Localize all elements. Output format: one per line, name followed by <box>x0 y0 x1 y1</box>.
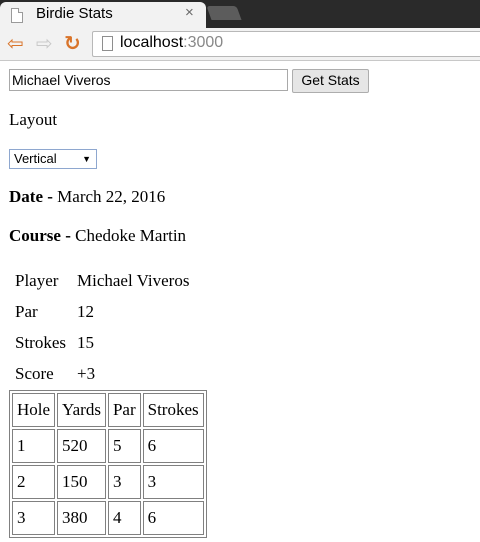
date-line: Date - March 22, 2016 <box>9 187 165 207</box>
column-header: Strokes <box>142 393 204 427</box>
table-header-row: Hole Yards Par Strokes <box>12 393 204 427</box>
url-port: :3000 <box>183 34 224 51</box>
reload-icon[interactable]: ↻ <box>64 31 81 55</box>
page-icon <box>102 36 113 51</box>
summary-value: Michael Viveros <box>77 271 190 290</box>
summary-value: 12 <box>77 302 94 321</box>
table-cell: 3 <box>12 501 56 535</box>
column-header: Yards <box>57 393 106 427</box>
table-cell: 5 <box>107 429 141 463</box>
column-header: Hole <box>12 393 56 427</box>
address-bar[interactable]: localhost:3000 <box>92 31 480 57</box>
table-cell: 2 <box>12 465 56 499</box>
table-cell: 4 <box>107 501 141 535</box>
close-tab-icon[interactable]: × <box>185 4 194 21</box>
table-cell: 1 <box>12 429 56 463</box>
date-label: Date - <box>9 187 58 206</box>
layout-select-value: Vertical <box>14 151 57 166</box>
table-cell: 520 <box>57 429 106 463</box>
table-cell: 3 <box>142 465 204 499</box>
browser-chrome: Birdie Stats × ⇦ ⇨ ↻ localhost:3000 <box>0 0 480 61</box>
table-cell: 6 <box>142 429 204 463</box>
course-label: Course - <box>9 226 76 245</box>
table-cell: 6 <box>142 501 204 535</box>
browser-toolbar: ⇦ ⇨ ↻ localhost:3000 <box>0 28 480 61</box>
page-icon <box>11 8 23 23</box>
new-tab-button[interactable] <box>206 6 242 20</box>
summary-key: Par <box>15 302 38 321</box>
forward-arrow-icon[interactable]: ⇨ <box>36 31 53 55</box>
url-host: localhost <box>120 34 184 51</box>
table-row: 3 380 4 6 <box>12 501 204 535</box>
date-value: March 22, 2016 <box>57 187 166 206</box>
table-cell: 380 <box>57 501 106 535</box>
summary-key: Score <box>15 364 54 383</box>
holes-table: Hole Yards Par Strokes 1 520 5 6 2 150 3… <box>9 390 207 538</box>
page-content: Michael Viveros Get Stats Layout Vertica… <box>0 60 480 542</box>
summary-value: +3 <box>77 364 96 383</box>
course-value: Chedoke Martin <box>75 226 187 245</box>
dropdown-arrow-icon: ▼ <box>82 154 91 164</box>
get-stats-button[interactable]: Get Stats <box>292 69 369 93</box>
back-arrow-icon[interactable]: ⇦ <box>7 31 24 55</box>
summary-key: Player <box>15 271 59 290</box>
layout-label: Layout <box>9 110 58 129</box>
table-cell: 3 <box>107 465 141 499</box>
course-line: Course - Chedoke Martin <box>9 226 186 246</box>
browser-tab[interactable]: Birdie Stats × <box>0 2 206 28</box>
url-text: localhost:3000 <box>120 34 223 52</box>
tab-title: Birdie Stats <box>36 5 113 22</box>
table-row: 2 150 3 3 <box>12 465 204 499</box>
summary-key: Strokes <box>15 333 66 352</box>
table-row: 1 520 5 6 <box>12 429 204 463</box>
layout-select[interactable]: Vertical ▼ <box>9 149 97 169</box>
summary-value: 15 <box>77 333 94 352</box>
player-name-input[interactable]: Michael Viveros <box>9 69 288 91</box>
column-header: Par <box>107 393 141 427</box>
table-cell: 150 <box>57 465 106 499</box>
